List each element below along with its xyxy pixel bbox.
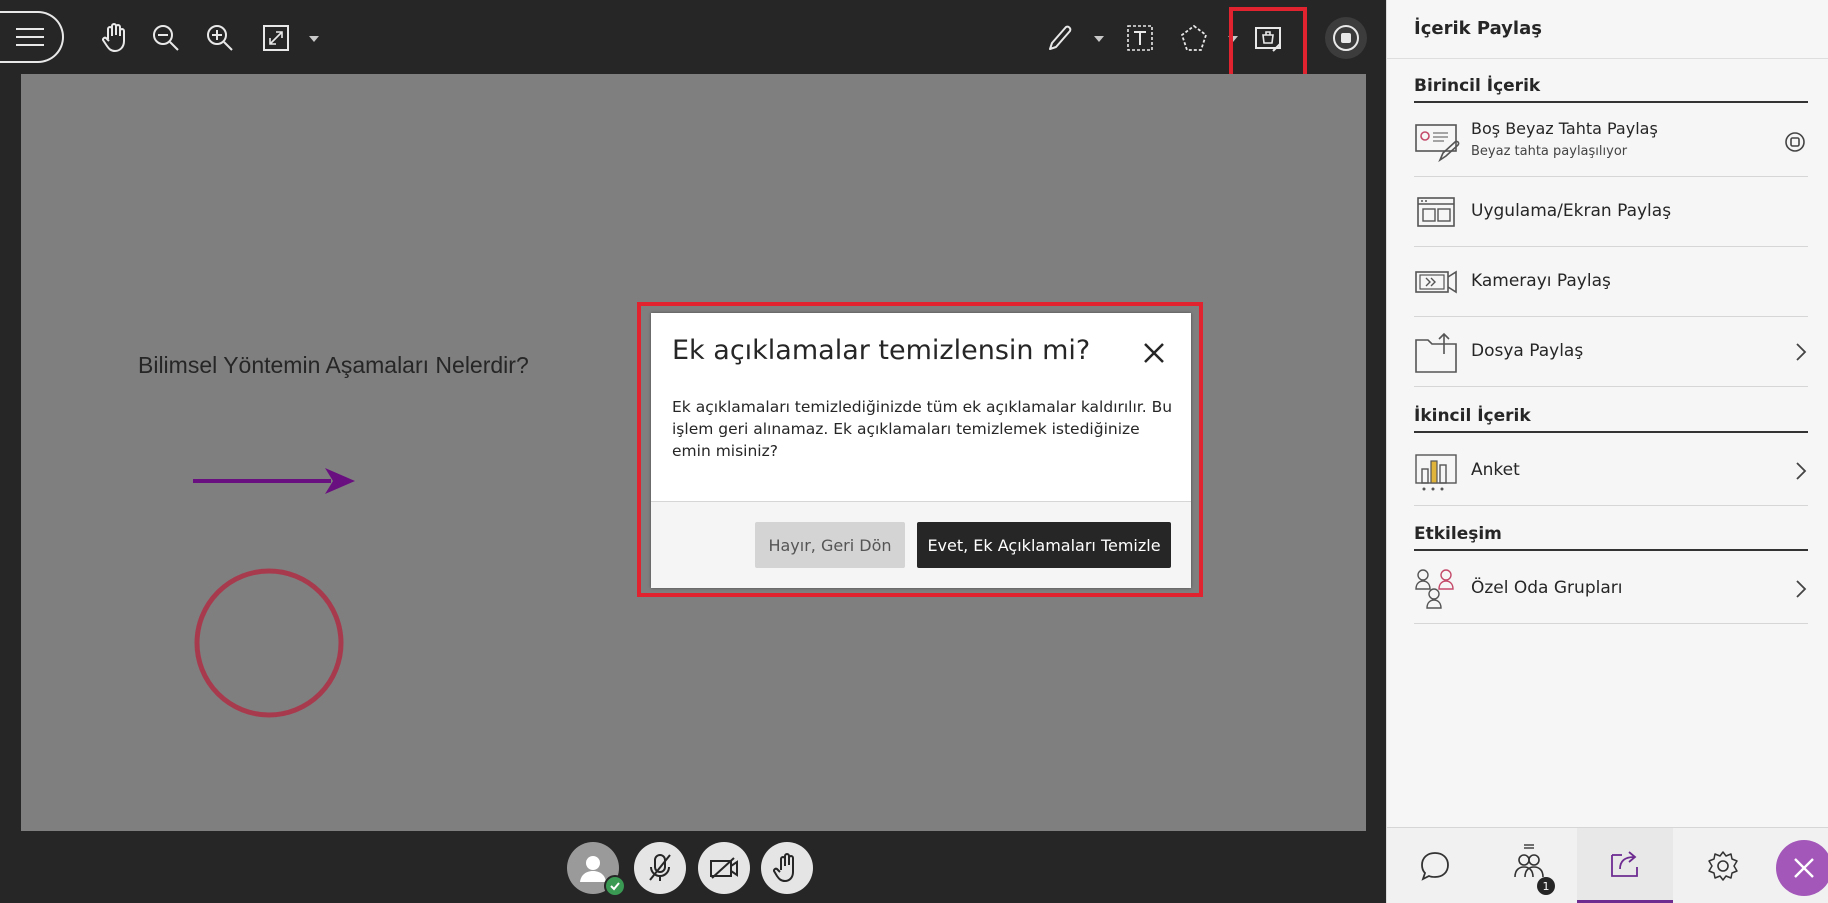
- section-divider: [1414, 431, 1808, 433]
- circle-annotation: [194, 568, 344, 718]
- item-label: Boş Beyaz Tahta Paylaş: [1471, 119, 1658, 138]
- zoom-options-caret-icon[interactable]: [309, 36, 319, 42]
- item-status: Beyaz tahta paylaşılıyor: [1471, 144, 1628, 159]
- microphone-off-icon: [649, 854, 671, 881]
- tab-chat[interactable]: [1387, 828, 1483, 903]
- zoom-out-icon: [153, 25, 179, 51]
- whiteboard-question-text: Bilimsel Yöntemin Aşamaları Nelerdir?: [138, 352, 529, 378]
- share-camera-item[interactable]: Kamerayı Paylaş: [1414, 247, 1808, 317]
- zoom-in-button[interactable]: [204, 22, 236, 54]
- zoom-out-button[interactable]: [150, 22, 182, 54]
- stop-sharing-button[interactable]: [1325, 17, 1367, 59]
- gear-icon: [1708, 851, 1738, 881]
- section-divider: [1414, 101, 1808, 103]
- chat-icon: [1421, 852, 1449, 881]
- interaction-heading: Etkileşim: [1414, 524, 1502, 544]
- status-check-icon: [604, 875, 626, 897]
- item-label: Anket: [1471, 460, 1520, 480]
- camera-share-icon: [1415, 270, 1457, 293]
- annotation-toolbar: [0, 0, 1386, 74]
- panel-header: İçerik Paylaş: [1387, 0, 1828, 59]
- zoom-in-icon: [207, 25, 233, 51]
- text-tool-button[interactable]: [1124, 22, 1156, 54]
- close-icon[interactable]: [1140, 339, 1168, 367]
- item-label: Uygulama/Ekran Paylaş: [1471, 201, 1672, 221]
- share-blank-whiteboard-item[interactable]: Boş Beyaz Tahta Paylaş Beyaz tahta payla…: [1414, 107, 1808, 177]
- session-menu-button[interactable]: [0, 11, 64, 63]
- camera-off-icon: [710, 857, 738, 879]
- breakout-groups-item[interactable]: Özel Oda Grupları: [1414, 554, 1808, 624]
- camera-toggle-button[interactable]: [698, 842, 750, 894]
- chevron-right-icon: [1796, 461, 1807, 480]
- raise-hand-icon: [773, 853, 794, 882]
- chevron-right-icon: [1796, 579, 1807, 598]
- fit-to-screen-button[interactable]: [260, 22, 292, 54]
- hand-icon: [102, 23, 125, 52]
- item-label: Kamerayı Paylaş: [1471, 271, 1611, 291]
- item-label: Dosya Paylaş: [1471, 341, 1584, 361]
- item-label: Özel Oda Grupları: [1471, 578, 1623, 598]
- poll-icon: [1415, 453, 1457, 490]
- pentagon-icon: [1180, 24, 1208, 51]
- share-content-icon: [1611, 851, 1638, 877]
- hamburger-icon: [16, 28, 44, 46]
- clear-annotations-dialog: Ek açıklamalar temizlensin mi? Ek açıkla…: [651, 313, 1191, 588]
- close-icon: [1794, 858, 1814, 878]
- pen-tool-button[interactable]: [1044, 22, 1076, 54]
- media-controls-bar: [0, 831, 1386, 903]
- share-file-item[interactable]: Dosya Paylaş: [1414, 317, 1808, 387]
- primary-content-heading: Birincil İçerik: [1414, 76, 1541, 96]
- section-divider: [1414, 549, 1808, 551]
- panel-tab-bar: 1: [1387, 827, 1828, 903]
- microphone-toggle-button[interactable]: [634, 842, 686, 894]
- file-share-icon: [1415, 332, 1457, 373]
- poll-item[interactable]: Anket: [1414, 436, 1808, 506]
- dialog-message: Ek açıklamaları temizlediğinizde tüm ek …: [672, 398, 1173, 460]
- screen-share-icon: [1417, 196, 1455, 227]
- pan-tool-button[interactable]: [98, 20, 132, 54]
- tab-share-content[interactable]: [1577, 828, 1673, 903]
- close-panel-button[interactable]: [1776, 840, 1828, 896]
- confirm-clear-button[interactable]: Evet, Ek Açıklamaları Temizle: [917, 522, 1171, 568]
- whiteboard-icon: [1415, 123, 1460, 162]
- tab-attendees[interactable]: 1: [1481, 828, 1577, 903]
- secondary-content-heading: İkincil İçerik: [1414, 406, 1531, 426]
- cancel-button[interactable]: Hayır, Geri Dön: [755, 522, 905, 568]
- breakout-groups-icon: [1415, 568, 1454, 609]
- pen-icon: [1049, 25, 1072, 50]
- shape-tool-button[interactable]: [1178, 22, 1210, 54]
- chevron-right-icon: [1796, 342, 1807, 361]
- raise-hand-button[interactable]: [761, 842, 813, 894]
- text-box-icon: [1127, 25, 1153, 51]
- share-content-panel: İçerik Paylaş Birincil İçerik Boş Beyaz …: [1386, 0, 1828, 903]
- share-application-screen-item[interactable]: Uygulama/Ekran Paylaş: [1414, 177, 1808, 247]
- tab-settings[interactable]: [1675, 828, 1771, 903]
- arrow-annotation: [193, 468, 355, 494]
- expand-icon: [263, 25, 289, 51]
- dialog-title: Ek açıklamalar temizlensin mi?: [672, 335, 1091, 366]
- stop-icon: [1333, 25, 1359, 51]
- attendee-count-badge: 1: [1537, 877, 1555, 895]
- stop-sharing-icon[interactable]: [1783, 130, 1807, 154]
- clear-annotations-highlight: [1229, 7, 1307, 81]
- pen-options-caret-icon[interactable]: [1094, 36, 1104, 42]
- panel-title: İçerik Paylaş: [1414, 18, 1542, 39]
